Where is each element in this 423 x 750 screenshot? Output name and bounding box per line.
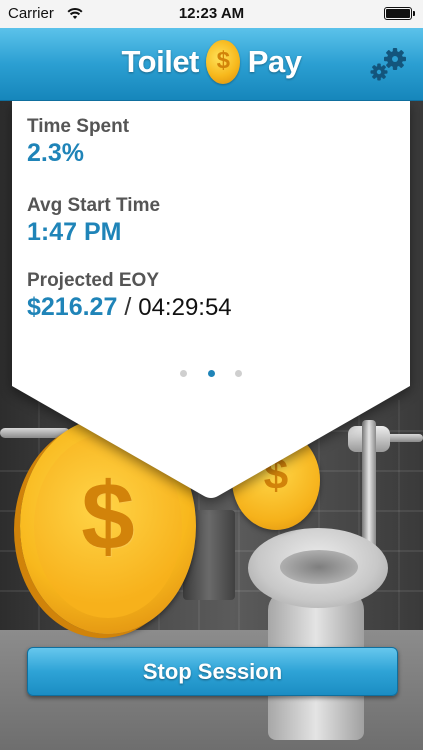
status-time: 12:23 AM (178, 5, 245, 22)
stop-session-button[interactable]: Stop Session (27, 647, 398, 696)
time-spent-value: 2.3% (27, 139, 84, 167)
page-indicator[interactable] (12, 364, 410, 382)
time-spent-label: Time Spent (27, 116, 130, 137)
page-dot-2[interactable] (207, 370, 215, 377)
logo-text-left: Toilet (121, 44, 200, 79)
coin-logo-icon: $ (206, 40, 241, 84)
stat-projected-eoy: Projected EOY $216.27 / 04:29:54 (27, 270, 232, 322)
avg-start-time-value: 1:47 PM (27, 218, 122, 246)
projected-eoy-separator: / (124, 293, 132, 321)
avg-start-time-label: Avg Start Time (27, 195, 161, 216)
projected-eoy-duration: 04:29:54 (138, 294, 232, 321)
projected-eoy-row: $216.27 / 04:29:54 (27, 293, 232, 322)
stat-avg-start-time: Avg Start Time 1:47 PM (27, 195, 160, 247)
navigation-bar: Toilet $ Pay (0, 28, 423, 101)
page-dot-3[interactable] (234, 370, 242, 377)
battery-icon (384, 7, 415, 20)
toilet-opening (280, 550, 358, 584)
projected-eoy-label: Projected EOY (27, 270, 159, 291)
stats-card[interactable]: Time Spent 2.3% Avg Start Time 1:47 PM P… (12, 100, 410, 498)
stat-time-spent: Time Spent 2.3% (27, 116, 129, 168)
logo-text-right: Pay (247, 44, 302, 79)
app-logo: Toilet $ Pay (0, 40, 423, 90)
page-dot-1[interactable] (180, 370, 188, 377)
projected-eoy-amount: $216.27 (27, 293, 118, 321)
gears-settings-icon[interactable] (369, 47, 409, 83)
status-bar: Carrier 12:23 AM (0, 0, 423, 28)
